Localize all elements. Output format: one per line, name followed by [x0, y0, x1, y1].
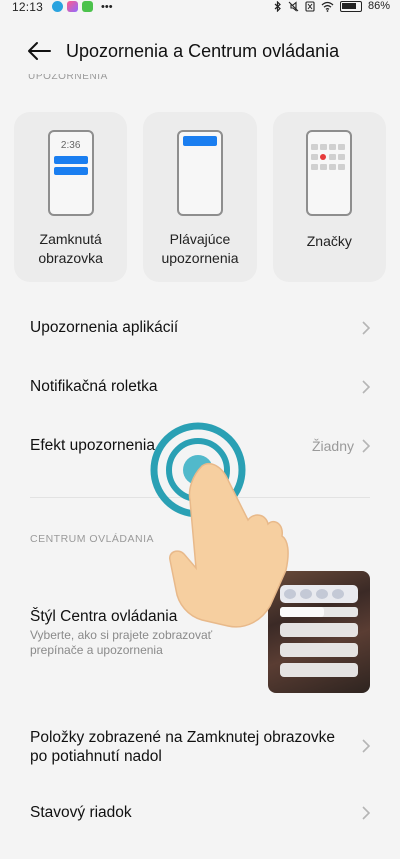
photos-icon: [67, 1, 78, 12]
control-center-style-description: Vyberte, ako si prajete zobrazovať prepí…: [30, 628, 213, 657]
row-label: Položky zobrazené na Zamknutej obrazovke…: [30, 729, 335, 765]
row-label: Upozornenia aplikácií: [30, 319, 179, 336]
card-badges[interactable]: Značky: [272, 112, 386, 282]
row-label: Notifikačná roletka: [30, 378, 158, 395]
badges-icon: [306, 130, 353, 216]
app-icon: [82, 1, 93, 12]
row-status-bar[interactable]: Stavový riadok: [0, 785, 400, 841]
row-notification-effect[interactable]: Efekt upozornenia Žiadny: [0, 418, 400, 474]
row-value: Žiadny: [311, 438, 354, 454]
battery-percent: 86%: [367, 0, 390, 12]
chevron-right-icon: [362, 380, 370, 394]
wifi-icon: [321, 1, 334, 12]
chevron-right-icon: [362, 739, 370, 753]
row-notification-shade[interactable]: Notifikačná roletka: [0, 359, 400, 415]
card-label: Plávajúce upozornenia: [161, 231, 239, 266]
card-label: Zamknutá obrazovka: [38, 231, 103, 266]
section-title-control-center: CENTRUM OVLÁDANIA: [30, 533, 155, 545]
floating-notification-icon: [176, 130, 223, 216]
more-notifications-icon: •••: [101, 0, 113, 13]
battery-icon: [339, 0, 362, 12]
card-label: Značky: [306, 233, 352, 249]
row-label: Stavový riadok: [30, 804, 132, 821]
card-floating-notifications[interactable]: Plávajúce upozornenia: [143, 112, 257, 282]
card-lock-screen[interactable]: 2:36 Zamknutá obrazovka: [14, 112, 128, 282]
status-time: 12:13: [12, 0, 44, 14]
back-arrow-icon[interactable]: [26, 40, 52, 62]
app-header: Upozornenia a Centrum ovládania: [0, 30, 400, 74]
chevron-right-icon: [362, 321, 370, 335]
row-label: Efekt upozornenia: [30, 437, 155, 454]
section-title-notifications: UPOZORNENIA: [28, 74, 108, 82]
chevron-right-icon: [362, 806, 370, 820]
mute-icon: [288, 0, 299, 12]
status-bar: 12:13 ••• 86%: [0, 0, 400, 14]
telegram-icon: [52, 1, 63, 12]
status-app-icons: •••: [52, 1, 113, 12]
page-title: Upozornenia a Centrum ovládania: [66, 41, 340, 61]
status-right: 86%: [274, 0, 390, 12]
bluetooth-icon: [274, 0, 281, 12]
control-center-preview-image[interactable]: [268, 571, 370, 693]
lock-screen-preview-time: 2:36: [60, 140, 81, 151]
chevron-right-icon: [362, 439, 370, 453]
no-sim-icon: [305, 0, 315, 12]
notification-style-cards: 2:36 Zamknutá obrazovka Plávajúce upozor…: [14, 112, 386, 282]
lock-screen-icon: 2:36: [47, 130, 94, 216]
row-lock-screen-items[interactable]: Položky zobrazené na Zamknutej obrazovke…: [0, 718, 400, 778]
control-center-style-title: Štýl Centra ovládania: [30, 608, 178, 625]
divider: [30, 497, 370, 498]
row-app-notifications[interactable]: Upozornenia aplikácií: [0, 300, 400, 356]
